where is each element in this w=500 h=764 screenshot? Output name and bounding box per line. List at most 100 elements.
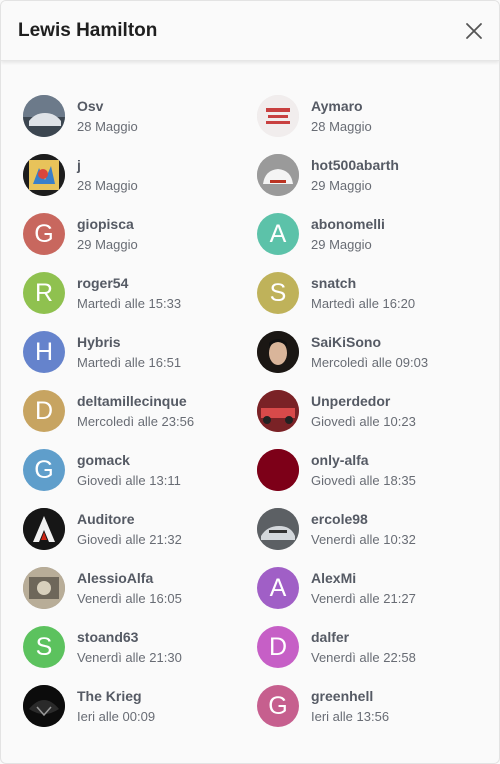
avatar-letter: S — [269, 278, 287, 307]
user-list-item[interactable]: Auditore Giovedì alle 21:32 — [23, 508, 257, 567]
user-list-item[interactable]: Ggiopisca 29 Maggio — [23, 213, 257, 272]
avatar[interactable]: R — [23, 272, 65, 314]
user-list-item[interactable]: Aymaro 28 Maggio — [257, 95, 491, 154]
user-list-item[interactable]: Ddalfer Venerdì alle 22:58 — [257, 626, 491, 685]
username-link[interactable]: Hybris — [77, 334, 181, 351]
avatar[interactable] — [257, 95, 299, 137]
avatar[interactable]: G — [23, 449, 65, 491]
user-list-item[interactable]: j 28 Maggio — [23, 154, 257, 213]
avatar[interactable] — [23, 95, 65, 137]
user-list-item[interactable]: Sstoand63 Venerdì alle 21:30 — [23, 626, 257, 685]
user-list-item[interactable]: The Krieg Ieri alle 00:09 — [23, 685, 257, 744]
username-link[interactable]: ercole98 — [311, 511, 416, 528]
user-list-item[interactable]: H Hybris Martedì alle 16:51 — [23, 331, 257, 390]
avatar[interactable]: A — [257, 213, 299, 255]
user-info: deltamillecinque Mercoledì alle 23:56 — [77, 390, 194, 430]
username-link[interactable]: Unperdedor — [311, 393, 416, 410]
username-link[interactable]: dalfer — [311, 629, 416, 646]
username-link[interactable]: only-alfa — [311, 452, 416, 469]
reaction-timestamp: Giovedì alle 21:32 — [77, 532, 182, 547]
avatar-photo — [257, 508, 299, 550]
user-list-item[interactable]: only-alfa Giovedì alle 18:35 — [257, 449, 491, 508]
avatar-letter: D — [34, 396, 54, 425]
reaction-timestamp: Giovedì alle 10:23 — [311, 414, 416, 429]
avatar[interactable] — [23, 154, 65, 196]
reaction-timestamp: 29 Maggio — [77, 237, 138, 252]
avatar[interactable]: H — [23, 331, 65, 373]
username-link[interactable]: Aymaro — [311, 98, 372, 115]
avatar-letter: G — [34, 455, 54, 484]
username-link[interactable]: AlexMi — [311, 570, 416, 587]
avatar[interactable]: G — [23, 213, 65, 255]
avatar[interactable]: G — [257, 685, 299, 727]
avatar[interactable]: D — [23, 390, 65, 432]
username-link[interactable]: giopisca — [77, 216, 138, 233]
user-list-item[interactable]: Ggreenhell Ieri alle 13:56 — [257, 685, 491, 744]
avatar-photo — [257, 449, 299, 491]
user-info: hot500abarth 29 Maggio — [311, 154, 399, 194]
user-list-item[interactable]: ercole98 Venerdì alle 10:32 — [257, 508, 491, 567]
avatar[interactable] — [257, 508, 299, 550]
username-link[interactable]: hot500abarth — [311, 157, 399, 174]
avatar[interactable] — [257, 331, 299, 373]
username-link[interactable]: snatch — [311, 275, 415, 292]
username-link[interactable]: stoand63 — [77, 629, 182, 646]
user-info: Osv 28 Maggio — [77, 95, 138, 135]
avatar-letter: A — [269, 219, 287, 248]
user-info: snatch Martedì alle 16:20 — [311, 272, 415, 312]
avatar[interactable]: D — [257, 626, 299, 668]
user-list-item[interactable]: Ssnatch Martedì alle 16:20 — [257, 272, 491, 331]
avatar[interactable] — [23, 567, 65, 609]
avatar-photo — [257, 95, 299, 137]
user-info: only-alfa Giovedì alle 18:35 — [311, 449, 416, 489]
username-link[interactable]: abonomelli — [311, 216, 385, 233]
avatar-letter: G — [268, 691, 288, 720]
user-list-item[interactable]: Unperdedor Giovedì alle 10:23 — [257, 390, 491, 449]
user-info: gomack Giovedì alle 13:11 — [77, 449, 181, 489]
user-list-item[interactable]: AlessioAlfa Venerdì alle 16:05 — [23, 567, 257, 626]
user-list-item[interactable]: Ddeltamillecinque Mercoledì alle 23:56 — [23, 390, 257, 449]
username-link[interactable]: Osv — [77, 98, 138, 115]
reaction-timestamp: Ieri alle 13:56 — [311, 709, 390, 724]
dialog-title: Lewis Hamilton — [18, 20, 158, 41]
avatar[interactable] — [257, 449, 299, 491]
avatar-letter: R — [34, 278, 54, 307]
user-list-item[interactable]: Ggomack Giovedì alle 13:11 — [23, 449, 257, 508]
avatar[interactable]: S — [257, 272, 299, 314]
username-link[interactable]: The Krieg — [77, 688, 155, 705]
avatar[interactable] — [23, 685, 65, 727]
reaction-timestamp: Venerdì alle 22:58 — [311, 650, 416, 665]
username-link[interactable]: roger54 — [77, 275, 181, 292]
reaction-timestamp: Giovedì alle 18:35 — [311, 473, 416, 488]
avatar-photo — [257, 154, 299, 196]
username-link[interactable]: deltamillecinque — [77, 393, 194, 410]
user-list-item[interactable]: Rroger54 Martedì alle 15:33 — [23, 272, 257, 331]
username-link[interactable]: SaiKiSono — [311, 334, 428, 351]
reaction-timestamp: Venerdì alle 21:27 — [311, 591, 416, 606]
avatar[interactable] — [257, 154, 299, 196]
reaction-timestamp: 29 Maggio — [311, 237, 372, 252]
username-link[interactable]: gomack — [77, 452, 181, 469]
avatar-letter: S — [35, 632, 53, 661]
user-list-item[interactable]: hot500abarth 29 Maggio — [257, 154, 491, 213]
username-link[interactable]: j — [77, 157, 138, 174]
username-link[interactable]: AlessioAlfa — [77, 570, 182, 587]
user-info: roger54 Martedì alle 15:33 — [77, 272, 181, 312]
user-list-item[interactable]: SaiKiSono Mercoledì alle 09:03 — [257, 331, 491, 390]
avatar[interactable] — [257, 390, 299, 432]
user-list-item[interactable]: A AlexMi Venerdì alle 21:27 — [257, 567, 491, 626]
close-icon[interactable] — [465, 22, 483, 40]
avatar[interactable]: S — [23, 626, 65, 668]
user-list-item[interactable]: Aabonomelli 29 Maggio — [257, 213, 491, 272]
reaction-timestamp: 28 Maggio — [77, 119, 138, 134]
avatar-letter: A — [269, 573, 287, 602]
avatar[interactable]: A — [257, 567, 299, 609]
user-info: AlessioAlfa Venerdì alle 16:05 — [77, 567, 182, 607]
username-link[interactable]: Auditore — [77, 511, 182, 528]
reaction-timestamp: 28 Maggio — [77, 178, 138, 193]
avatar[interactable] — [23, 508, 65, 550]
user-info: greenhell Ieri alle 13:56 — [311, 685, 389, 725]
user-info: ercole98 Venerdì alle 10:32 — [311, 508, 416, 548]
user-list-item[interactable]: Osv 28 Maggio — [23, 95, 257, 154]
username-link[interactable]: greenhell — [311, 688, 389, 705]
